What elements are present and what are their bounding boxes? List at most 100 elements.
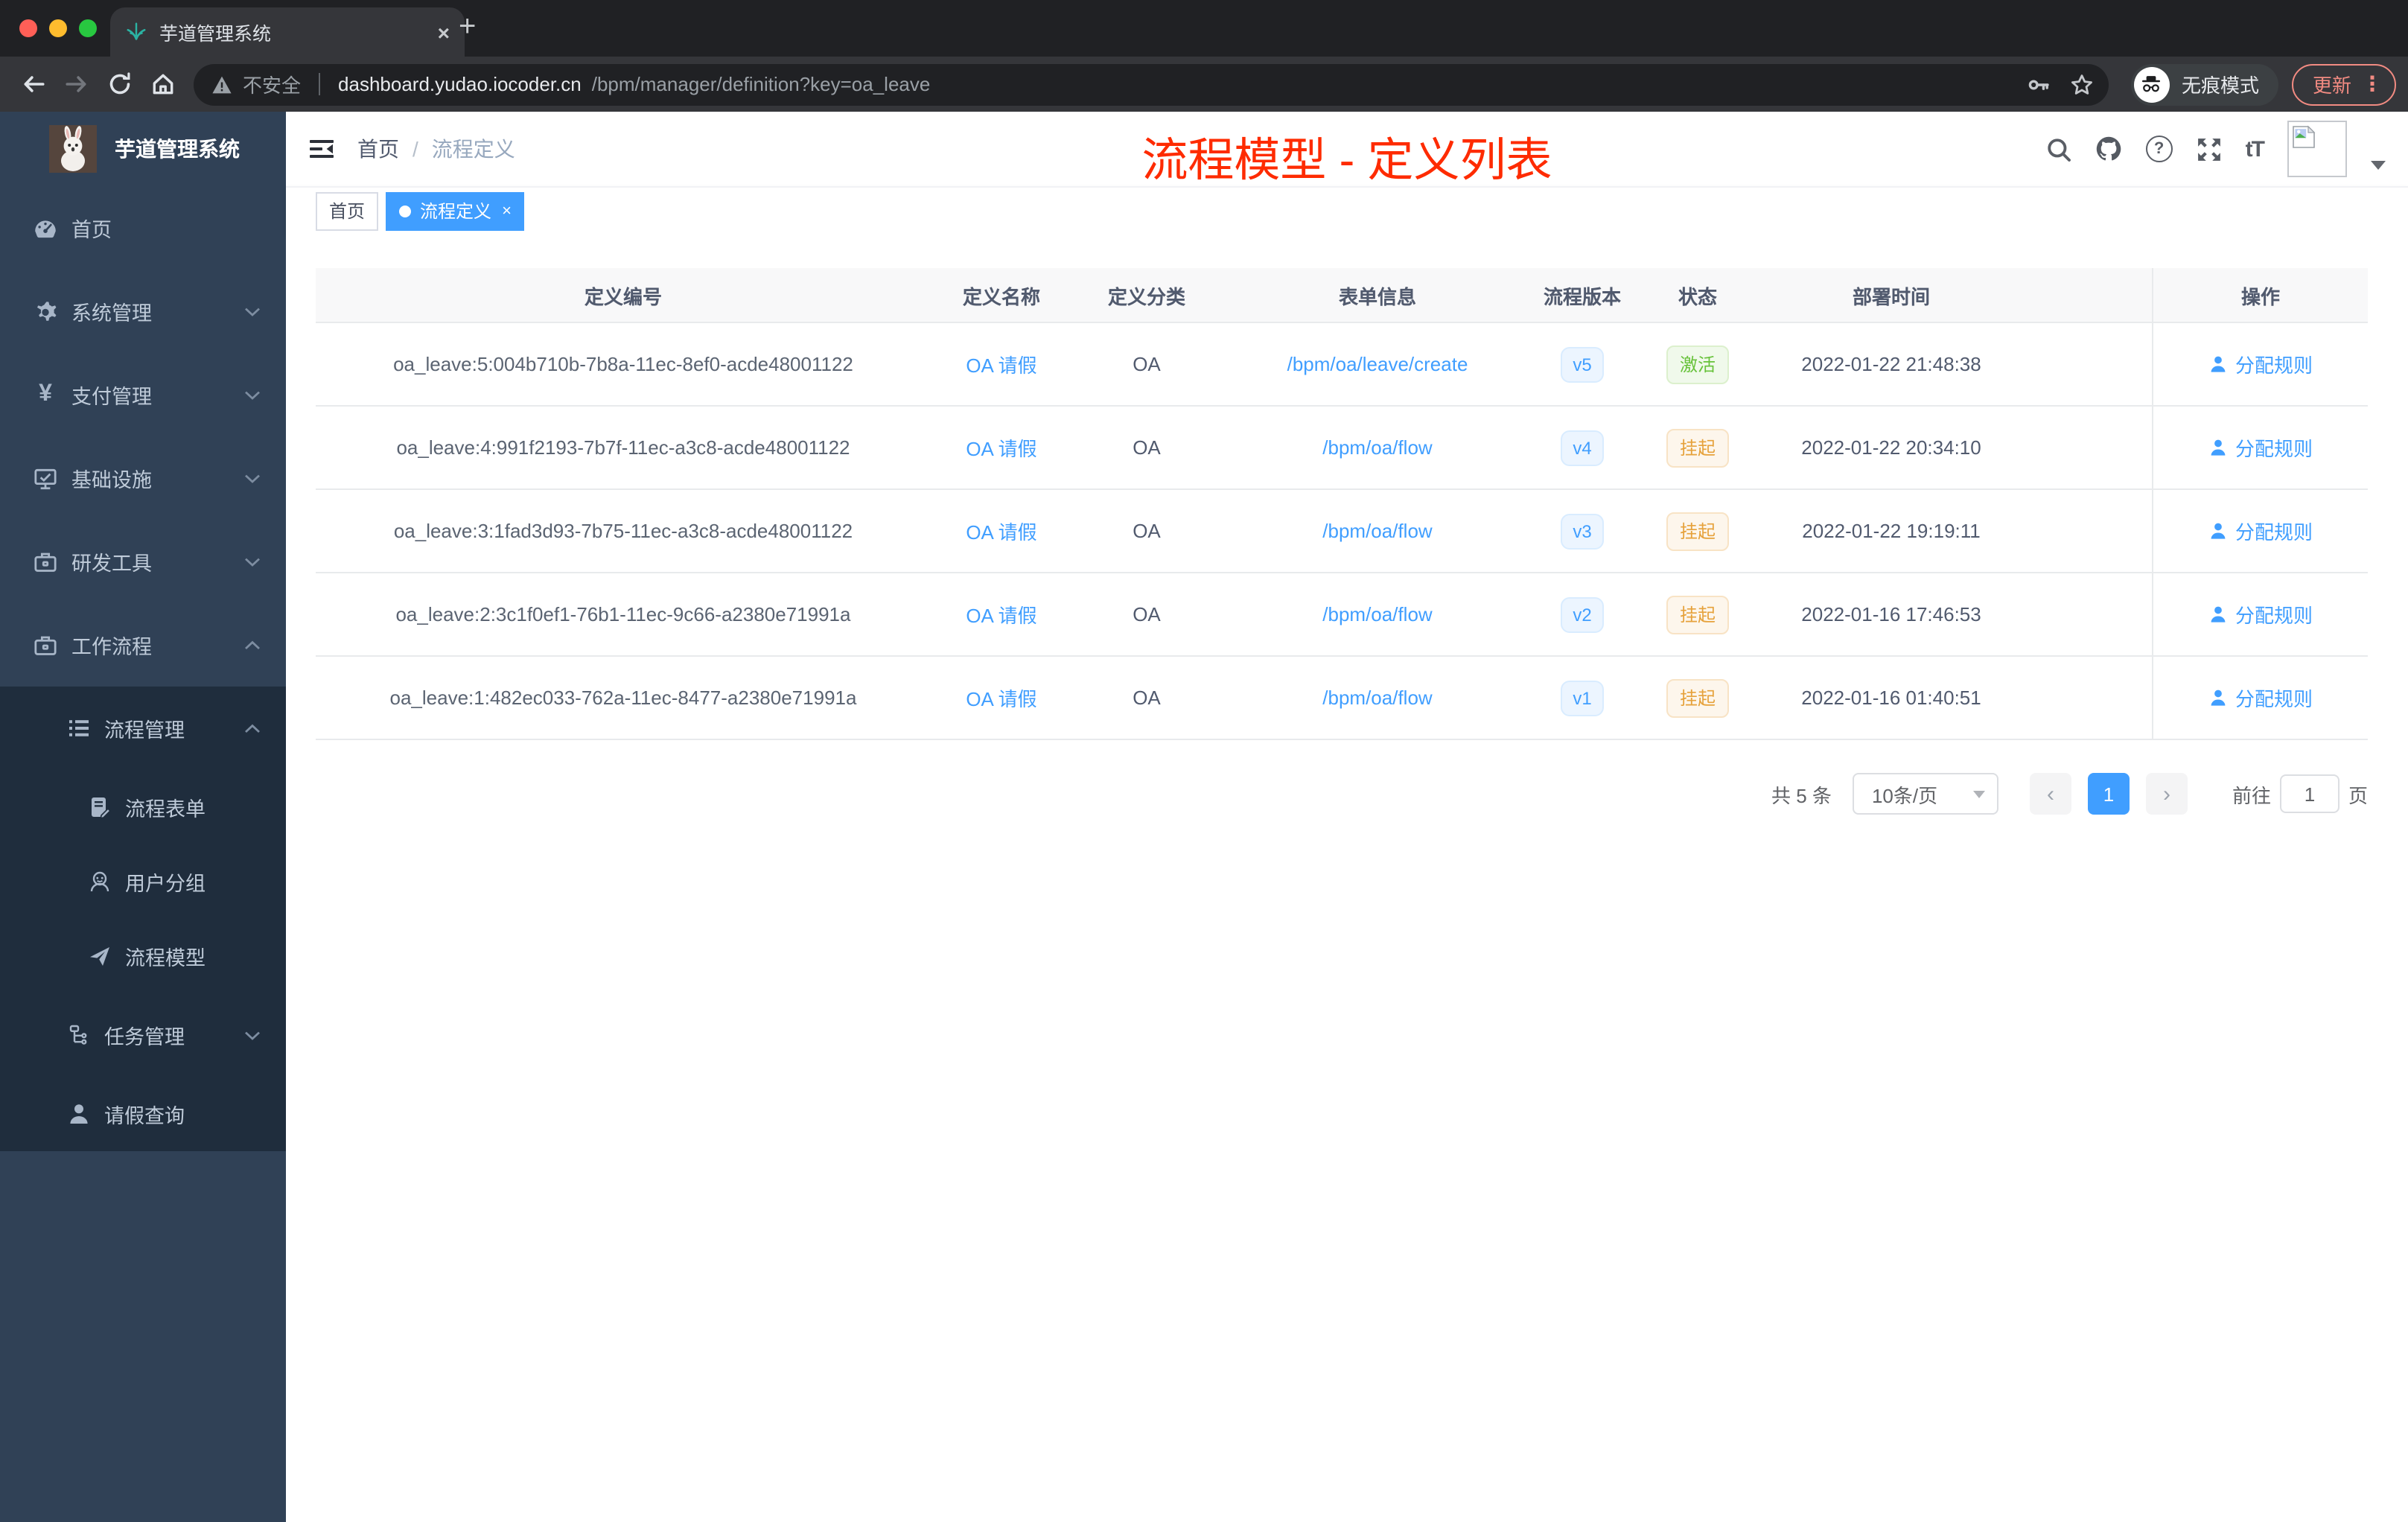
flow-tree-icon	[66, 1022, 91, 1048]
minimize-window-button[interactable]	[49, 19, 67, 37]
sidebar-item-task-mgmt[interactable]: 任务管理	[0, 993, 286, 1077]
tag-home[interactable]: 首页	[316, 191, 379, 230]
app-title: 芋道管理系统	[115, 137, 240, 161]
tags-view-bar: 首页 流程定义 ×	[286, 186, 2408, 235]
form-info-link[interactable]: /bpm/oa/flow	[1322, 687, 1432, 709]
cell-deploy-time: 2022-01-22 20:34:10	[1801, 436, 1981, 459]
cell-filler	[2018, 323, 2152, 405]
assign-rule-link[interactable]: 分配规则	[2208, 517, 2313, 545]
tag-label: 首页	[329, 201, 366, 222]
next-page-button[interactable]: ›	[2145, 773, 2188, 815]
assign-rule-link[interactable]: 分配规则	[2208, 684, 2313, 712]
address-bar[interactable]: 不安全 dashboard.yudao.iocoder.cn/bpm/manag…	[194, 63, 2109, 105]
sidebar-item-devtools[interactable]: 研发工具	[0, 520, 286, 603]
form-info-link[interactable]: /bpm/oa/leave/create	[1287, 353, 1468, 375]
sidebar-item-user-group[interactable]: 用户分组	[0, 844, 286, 919]
new-tab-button[interactable]: +	[459, 12, 476, 42]
sidebar-logo-row[interactable]: 芋道管理系统	[0, 112, 286, 186]
sidebar-fold-icon[interactable]	[308, 137, 335, 161]
cell-deploy-time: 2022-01-16 17:46:53	[1801, 603, 1981, 625]
user-circle-icon	[86, 869, 112, 894]
person-icon	[2211, 606, 2226, 623]
browser-update-menu-button[interactable]: 更新 ⋮	[2291, 63, 2396, 105]
bookmark-star-icon[interactable]	[2070, 72, 2094, 96]
col-header-filler	[2018, 268, 2152, 322]
browser-toolbar: 不安全 dashboard.yudao.iocoder.cn/bpm/manag…	[0, 57, 2408, 112]
reload-icon[interactable]	[98, 63, 141, 106]
definition-name-link[interactable]: OA 请假	[966, 517, 1036, 545]
sidebar-item-label: 支付管理	[71, 386, 152, 408]
security-warning-icon[interactable]	[211, 74, 232, 95]
main-content: 定义编号 定义名称 定义分类 表单信息 流程版本 状态 部署时间 操作 oa_l…	[286, 234, 2408, 1522]
cell-definition-id: oa_leave:2:3c1f0ef1-76b1-11ec-9c66-a2380…	[395, 603, 851, 625]
form-info-link[interactable]: /bpm/oa/flow	[1322, 436, 1432, 459]
sidebar-item-infra[interactable]: 基础设施	[0, 436, 286, 520]
back-icon[interactable]	[12, 63, 55, 106]
form-info-link[interactable]: /bpm/oa/flow	[1322, 520, 1432, 542]
security-label[interactable]: 不安全	[243, 70, 301, 98]
cell-category: OA	[1133, 520, 1161, 542]
breadcrumb-home[interactable]: 首页	[357, 134, 399, 164]
assign-rule-link[interactable]: 分配规则	[2208, 600, 2313, 628]
sidebar-item-process-mgmt[interactable]: 流程管理	[0, 687, 286, 770]
sidebar-item-process-model[interactable]: 流程模型	[0, 919, 286, 993]
close-window-button[interactable]	[19, 19, 37, 37]
user-avatar-broken-image[interactable]	[2287, 121, 2347, 177]
url-path[interactable]: /bpm/manager/definition?key=oa_leave	[592, 73, 931, 95]
fullscreen-icon[interactable]	[2197, 136, 2222, 162]
sidebar-item-system[interactable]: 系统管理	[0, 270, 286, 353]
sidebar-item-label: 流程模型	[125, 947, 206, 969]
help-icon[interactable]: ?	[2145, 136, 2173, 162]
definition-name-link[interactable]: OA 请假	[966, 600, 1036, 628]
monitor-icon	[33, 465, 58, 491]
font-size-icon[interactable]: tT	[2246, 136, 2265, 162]
cell-deploy-time: 2022-01-22 21:48:38	[1801, 353, 1981, 375]
browser-tab[interactable]: 芋道管理系统 ×	[110, 7, 465, 57]
window-controls[interactable]	[19, 19, 97, 37]
sidebar-item-process-form[interactable]: 流程表单	[0, 770, 286, 844]
definition-name-link[interactable]: OA 请假	[966, 350, 1036, 378]
sidebar-item-home[interactable]: 首页	[0, 186, 286, 270]
update-label[interactable]: 更新	[2313, 70, 2351, 98]
incognito-icon	[2133, 66, 2170, 102]
version-badge: v3	[1561, 513, 1604, 549]
cell-definition-id: oa_leave:4:991f2193-7b7f-11ec-a3c8-acde4…	[396, 436, 850, 459]
chevron-down-icon	[245, 1031, 260, 1040]
home-icon[interactable]	[141, 63, 185, 106]
sidebar-menu: 首页 系统管理 ¥ 支付管理 基础设施 研发工具 工作流程 流程管理 流程表单 …	[0, 186, 286, 1151]
github-icon[interactable]	[2095, 136, 2122, 162]
definition-name-link[interactable]: OA 请假	[966, 433, 1036, 462]
avatar-dropdown-caret-icon[interactable]	[2371, 161, 2386, 170]
current-page-button[interactable]: 1	[2087, 773, 2130, 815]
definition-name-link[interactable]: OA 请假	[966, 684, 1036, 712]
sidebar-item-leave-query[interactable]: 请假查询	[0, 1077, 286, 1151]
page-size-select[interactable]: 10条/页	[1852, 773, 1998, 815]
key-icon[interactable]	[2027, 72, 2051, 96]
assign-rule-link[interactable]: 分配规则	[2208, 433, 2313, 462]
prev-page-button[interactable]: ‹	[2029, 773, 2071, 815]
assign-rule-link[interactable]: 分配规则	[2208, 350, 2313, 378]
sidebar-item-label: 用户分组	[125, 873, 206, 895]
form-info-link[interactable]: /bpm/oa/flow	[1322, 603, 1432, 625]
forward-icon[interactable]	[55, 63, 98, 106]
sidebar-item-payment[interactable]: ¥ 支付管理	[0, 353, 286, 436]
kebab-menu-icon[interactable]: ⋮	[2362, 71, 2383, 97]
yuan-icon: ¥	[39, 381, 52, 407]
col-header-name: 定义名称	[962, 285, 1040, 308]
sidebar-item-label: 研发工具	[71, 553, 152, 575]
tab-close-icon[interactable]: ×	[438, 20, 450, 44]
person-icon	[2211, 690, 2226, 706]
search-icon[interactable]	[2046, 136, 2071, 162]
tag-close-icon[interactable]: ×	[502, 202, 512, 220]
sidebar-item-workflow[interactable]: 工作流程	[0, 603, 286, 687]
sidebar: 芋道管理系统 首页 系统管理 ¥ 支付管理 基础设施 研发工具 工作流程 流程管…	[0, 112, 286, 1522]
breadcrumb-current: 流程定义	[431, 137, 515, 161]
goto-page-input[interactable]	[2279, 774, 2339, 813]
chevron-down-icon	[1972, 790, 1985, 797]
col-header-id: 定义编号	[584, 285, 662, 308]
tag-process-definition[interactable]: 流程定义 ×	[386, 191, 525, 230]
page-header: 首页 / 流程定义 流程模型 - 定义列表 ? tT	[286, 112, 2408, 186]
goto-unit: 页	[2348, 784, 2368, 806]
url-domain[interactable]: dashboard.yudao.iocoder.cn	[338, 73, 582, 95]
zoom-window-button[interactable]	[79, 19, 97, 37]
